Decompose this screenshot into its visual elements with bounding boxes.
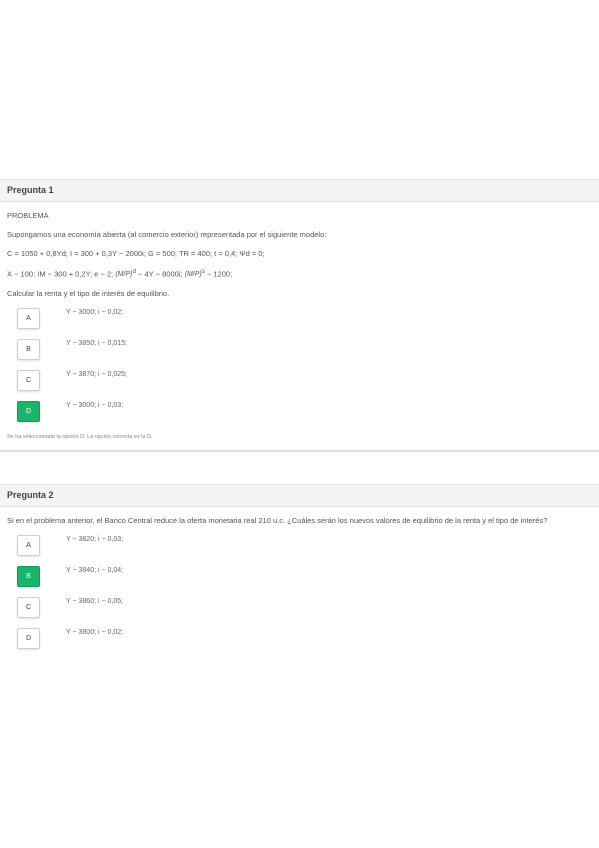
q2-option-b-text: Y − 3840; i − 0,04; bbox=[66, 567, 124, 574]
option-c-text: Y − 3870; i − 0,025; bbox=[66, 370, 127, 378]
option-b-button[interactable]: B bbox=[17, 338, 40, 360]
model-line-1: C = 1050 + 0,8Yd; I = 300 + 0,3Y − 2000i… bbox=[7, 249, 265, 258]
question-2-title: Pregunta 2 bbox=[0, 484, 599, 507]
option-b-text: Y − 3850; i − 0,015; bbox=[66, 339, 127, 347]
q2-option-b-button[interactable]: B bbox=[17, 566, 40, 587]
question-2-prompt: Si en el problema anterior, el Banco Cen… bbox=[7, 516, 548, 525]
option-c-button[interactable]: C bbox=[17, 369, 40, 391]
model-line-2a: X − 100; IM − 300 + 0,2Y; e − 2; bbox=[7, 269, 114, 279]
money-demand-fraction: (M/P) bbox=[115, 271, 133, 279]
money-demand-exp: d bbox=[132, 268, 136, 275]
option-a-text: Y − 3000; i − 0,02; bbox=[66, 308, 124, 316]
option-a: A Y − 3000; i − 0,02; bbox=[7, 307, 592, 339]
problem-intro: Supongamos una economía abierta (al come… bbox=[7, 230, 327, 239]
option-d-button[interactable]: D bbox=[17, 400, 40, 422]
problem-label: PROBLEMA bbox=[7, 211, 49, 220]
question-2: Pregunta 2 Si en el problema anterior, e… bbox=[0, 484, 599, 659]
q2-option-c-text: Y − 3860; i − 0,05; bbox=[66, 598, 124, 605]
question-1-divider bbox=[0, 449, 599, 452]
q2-option-c: C Y − 3860; i − 0,05; bbox=[7, 597, 592, 628]
model-line-2: X − 100; IM − 300 + 0,2Y; e − 2; (M/P)d … bbox=[7, 268, 592, 279]
option-a-button[interactable]: A bbox=[17, 307, 40, 329]
model-line-2c: − 1200; bbox=[206, 269, 233, 279]
option-c: C Y − 3870; i − 0,025; bbox=[7, 369, 592, 401]
q2-option-d: D Y − 3800; i − 0,02; bbox=[7, 628, 592, 659]
money-supply-exp: s bbox=[201, 268, 205, 275]
question-1-feedback: Se ha seleccionado la opción D. La opció… bbox=[7, 433, 153, 440]
question-1-options: A Y − 3000; i − 0,02; B Y − 3850; i − 0,… bbox=[7, 307, 592, 432]
q2-option-a-text: Y − 3820; i − 0,03; bbox=[66, 536, 124, 543]
question-1: Pregunta 1 PROBLEMA Supongamos una econo… bbox=[0, 179, 599, 452]
q2-option-c-button[interactable]: C bbox=[17, 597, 40, 618]
question-2-options: A Y − 3820; i − 0,03; B Y − 3840; i − 0,… bbox=[7, 535, 592, 659]
q2-option-a-button[interactable]: A bbox=[17, 535, 40, 556]
q2-option-d-button[interactable]: D bbox=[17, 628, 40, 649]
option-d: D Y − 3000; i − 0,03; bbox=[7, 400, 592, 432]
question-1-prompt: Calcular la renta y el tipo de interés d… bbox=[7, 288, 170, 298]
question-1-title: Pregunta 1 bbox=[0, 179, 599, 202]
q2-option-b: B Y − 3840; i − 0,04; bbox=[7, 566, 592, 597]
option-b: B Y − 3850; i − 0,015; bbox=[7, 338, 592, 370]
q2-option-d-text: Y − 3800; i − 0,02; bbox=[66, 629, 124, 636]
money-supply-fraction: (M/P) bbox=[184, 271, 202, 279]
q2-option-a: A Y − 3820; i − 0,03; bbox=[7, 535, 592, 566]
model-line-2b: − 4Y − 8000i; bbox=[138, 269, 183, 279]
option-d-text: Y − 3000; i − 0,03; bbox=[66, 401, 124, 409]
